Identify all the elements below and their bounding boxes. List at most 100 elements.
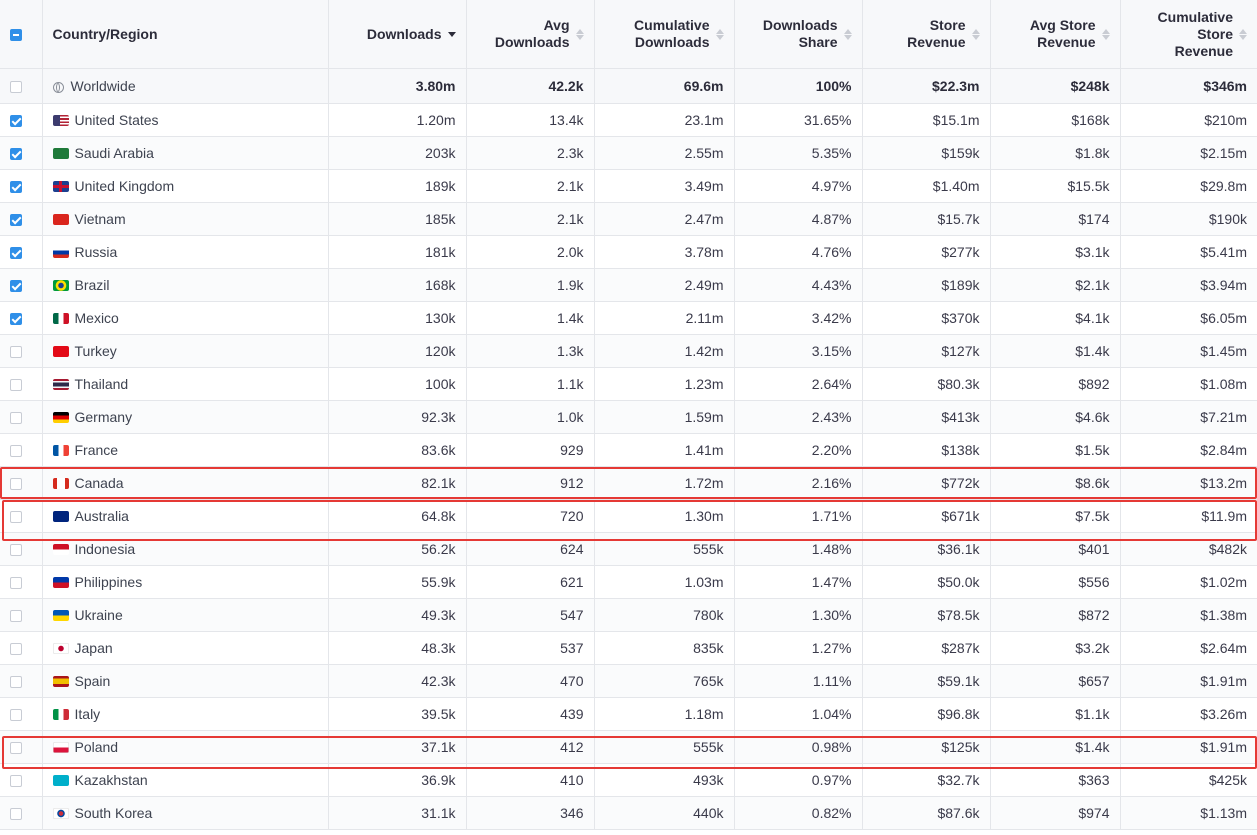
table-row[interactable]: Vietnam 185k 2.1k 2.47m 4.87% $15.7k $174 $190k <box>0 202 1257 236</box>
table-row[interactable]: Brazil 168k 1.9k 2.49m 4.43% $189k $2.1k $3.94m <box>0 268 1257 302</box>
cell-cum_downloads: 765k <box>594 664 735 698</box>
row-checkbox[interactable] <box>10 808 22 821</box>
cell-cum_revenue: $346m <box>1120 68 1257 104</box>
column-header-downloads[interactable]: Downloads <box>328 0 467 69</box>
sort-icon[interactable] <box>971 28 980 40</box>
sort-icon[interactable] <box>843 28 852 40</box>
row-checkbox-cell <box>0 202 43 236</box>
cell-cum_revenue: $7.21m <box>1120 400 1257 434</box>
row-checkbox[interactable] <box>10 148 22 161</box>
row-checkbox[interactable] <box>10 577 22 590</box>
sort-icon[interactable] <box>447 31 456 37</box>
row-checkbox-cell <box>0 499 43 533</box>
cell-revenue: $287k <box>862 631 991 665</box>
sort-icon[interactable] <box>1239 28 1247 40</box>
row-checkbox[interactable] <box>10 346 22 359</box>
sort-asc-icon <box>1101 28 1110 34</box>
cell-share: 0.98% <box>734 730 863 764</box>
table-row[interactable]: Philippines 55.9k 621 1.03m 1.47% $50.0k $556 $… <box>0 565 1257 599</box>
table-row[interactable]: South Korea 31.1k 346 440k 0.82% $87.6k $974 $1… <box>0 796 1257 830</box>
sort-icon[interactable] <box>575 28 584 40</box>
sort-icon[interactable] <box>715 28 724 40</box>
row-checkbox[interactable] <box>10 81 22 94</box>
globe-icon <box>52 82 64 93</box>
table-row[interactable]: France 83.6k 929 1.41m 2.20% $138k $1.5k $2.84m <box>0 433 1257 467</box>
row-checkbox[interactable] <box>10 610 22 623</box>
flag-ru-icon <box>52 247 69 258</box>
row-checkbox[interactable] <box>10 709 22 722</box>
table-row[interactable]: Poland 37.1k 412 555k 0.98% $125k $1.4k $1.91m <box>0 730 1257 764</box>
row-checkbox[interactable] <box>10 115 22 128</box>
row-checkbox[interactable] <box>10 511 22 524</box>
table-row[interactable]: Mexico 130k 1.4k 2.11m 3.42% $370k $4.1k $6.05m <box>0 301 1257 335</box>
row-checkbox[interactable] <box>10 313 22 326</box>
row-checkbox[interactable] <box>10 412 22 425</box>
row-checkbox[interactable] <box>10 775 22 788</box>
column-header-revenue[interactable]: Store Revenue <box>862 0 991 69</box>
cell-avg_revenue: $1.4k <box>990 730 1121 764</box>
cell-share: 4.76% <box>734 235 863 269</box>
table-row[interactable]: Kazakhstan 36.9k 410 493k 0.97% $32.7k $363 $42… <box>0 763 1257 797</box>
cell-cum_downloads: 493k <box>594 763 735 797</box>
select-all-checkbox[interactable] <box>10 28 22 41</box>
column-label-avg_downloads: Avg Downloads <box>494 17 570 50</box>
cell-share: 0.82% <box>734 796 863 830</box>
table-row[interactable]: Turkey 120k 1.3k 1.42m 3.15% $127k $1.4k $1.45m <box>0 334 1257 368</box>
table-row[interactable]: Thailand 100k 1.1k 1.23m 2.64% $80.3k $892 $1.0… <box>0 367 1257 401</box>
table-row[interactable]: Saudi Arabia 203k 2.3k 2.55m 5.35% $159k $1.8k… <box>0 136 1257 170</box>
cell-share: 1.04% <box>734 697 863 731</box>
country-cell: United Kingdom <box>42 169 329 203</box>
country-name: Australia <box>74 508 129 524</box>
sort-asc-icon <box>715 28 724 34</box>
cell-cum_downloads: 1.18m <box>594 697 735 731</box>
row-checkbox[interactable] <box>10 280 22 293</box>
row-checkbox[interactable] <box>10 544 22 557</box>
row-checkbox-cell <box>0 268 43 302</box>
row-checkbox[interactable] <box>10 643 22 656</box>
row-checkbox[interactable] <box>10 478 22 491</box>
table-row[interactable]: Japan 48.3k 537 835k 1.27% $287k $3.2k $2.64m <box>0 631 1257 665</box>
column-header-avg_revenue[interactable]: Avg Store Revenue <box>990 0 1121 69</box>
table-row[interactable]: Russia 181k 2.0k 3.78m 4.76% $277k $3.1k $5.41m <box>0 235 1257 269</box>
country-name: Russia <box>74 244 118 260</box>
table-row[interactable]: Italy 39.5k 439 1.18m 1.04% $96.8k $1.1k $3.26m <box>0 697 1257 731</box>
column-header-cum_downloads[interactable]: Cumulative Downloads <box>594 0 735 69</box>
select-all-header <box>0 0 43 69</box>
cell-avg_downloads: 2.1k <box>466 169 595 203</box>
table-row[interactable]: Australia 64.8k 720 1.30m 1.71% $671k $7.5k $11… <box>0 499 1257 533</box>
table-row[interactable]: United Kingdom 189k 2.1k 3.49m 4.97% $1.40m $1… <box>0 169 1257 203</box>
column-label-revenue: Store Revenue <box>907 17 966 50</box>
table-row[interactable]: Ukraine 49.3k 547 780k 1.30% $78.5k $872 $1.38m <box>0 598 1257 632</box>
cell-avg_revenue: $1.1k <box>990 697 1121 731</box>
country-cell: Vietnam <box>42 202 329 236</box>
table-row[interactable]: Spain 42.3k 470 765k 1.11% $59.1k $657 $1.91m <box>0 664 1257 698</box>
row-checkbox[interactable] <box>10 181 22 194</box>
cell-avg_revenue: $174 <box>990 202 1121 236</box>
table-row[interactable]: Germany 92.3k 1.0k 1.59m 2.43% $413k $4.6k $7.2… <box>0 400 1257 434</box>
table-row[interactable]: Indonesia 56.2k 624 555k 1.48% $36.1k $401 $482… <box>0 532 1257 566</box>
row-checkbox[interactable] <box>10 214 22 227</box>
row-checkbox[interactable] <box>10 742 22 755</box>
cell-share: 5.35% <box>734 136 863 170</box>
flag-gb-icon <box>52 181 69 192</box>
cell-downloads: 49.3k <box>328 598 467 632</box>
cell-cum_revenue: $190k <box>1120 202 1257 236</box>
row-checkbox[interactable] <box>10 247 22 260</box>
country-name: Thailand <box>74 376 129 392</box>
flag-au-icon <box>52 511 69 522</box>
cell-cum_revenue: $1.08m <box>1120 367 1257 401</box>
cell-cum_revenue: $2.64m <box>1120 631 1257 665</box>
cell-revenue: $36.1k <box>862 532 991 566</box>
cell-avg_revenue: $1.8k <box>990 136 1121 170</box>
column-label-country: Country/Region <box>52 25 158 42</box>
row-checkbox[interactable] <box>10 445 22 458</box>
row-checkbox[interactable] <box>10 379 22 392</box>
row-checkbox[interactable] <box>10 676 22 689</box>
table-row[interactable]: Canada 82.1k 912 1.72m 2.16% $772k $8.6k $13.2m <box>0 466 1257 500</box>
table-row[interactable]: United States 1.20m 13.4k 23.1m 31.65% $15.1m… <box>0 103 1257 137</box>
worldwide-row[interactable]: Worldwide 3.80m 42.2k 69.6m 100% $22.3m $248k $… <box>0 68 1257 104</box>
sort-icon[interactable] <box>1101 28 1110 40</box>
column-header-avg_downloads[interactable]: Avg Downloads <box>466 0 595 69</box>
column-header-cum_revenue[interactable]: Cumulative Store Revenue <box>1120 0 1257 69</box>
column-header-share[interactable]: Downloads Share <box>734 0 863 69</box>
